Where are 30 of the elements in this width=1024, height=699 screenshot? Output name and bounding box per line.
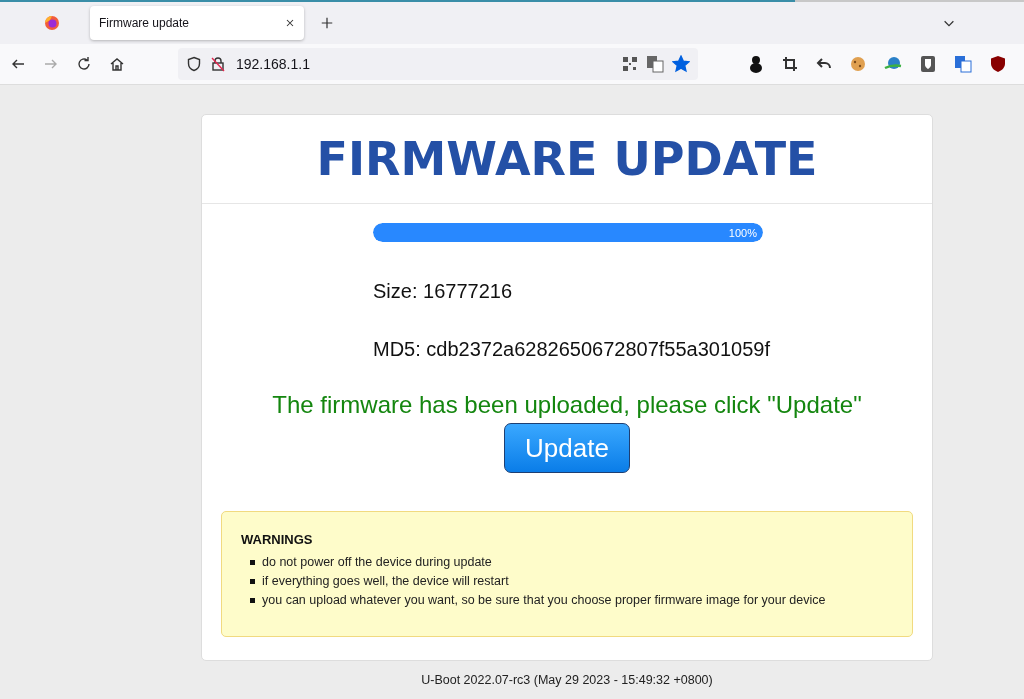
warning-text: you can upload whatever you want, so be sure that you choose proper firmware image for your device <box>262 593 826 607</box>
crop-icon[interactable] <box>782 56 798 72</box>
page-title: FIRMWARE UPDATE <box>202 115 932 204</box>
plus-icon[interactable] <box>320 16 334 30</box>
shield-icon <box>186 56 202 72</box>
browser-tab[interactable]: Firmware update <box>90 6 304 40</box>
insecure-lock-icon[interactable] <box>210 56 226 72</box>
close-icon[interactable] <box>284 17 296 29</box>
bullet-icon <box>250 559 255 565</box>
home-icon[interactable] <box>109 56 125 72</box>
status-message: The firmware has been uploaded, please click "Update" <box>271 391 863 419</box>
warning-text: do not power off the device during update <box>262 555 492 569</box>
shield-icon[interactable] <box>990 55 1006 73</box>
cookie-icon[interactable] <box>850 56 866 72</box>
bullet-icon <box>250 597 255 603</box>
browser-logo-icon <box>44 15 60 31</box>
password-manager-icon[interactable] <box>920 55 936 73</box>
bullet-icon <box>250 578 255 584</box>
footer-text: U-Boot 2022.07-rc3 (May 29 2023 - 15:49:32 +0800) <box>420 673 714 687</box>
qr-code-icon[interactable] <box>622 56 638 72</box>
translate-icon[interactable] <box>954 55 972 73</box>
warning-text: if everything goes well, the device will restart <box>262 574 509 588</box>
warnings-title: WARNINGS <box>241 532 314 547</box>
reload-icon[interactable] <box>76 56 92 72</box>
star-icon[interactable] <box>672 55 690 73</box>
progress-reading: 100% <box>728 226 758 239</box>
tab-title: Firmware update <box>99 16 190 30</box>
size-text: Size: 16777216 <box>373 280 513 303</box>
translate-icon[interactable] <box>646 55 664 73</box>
md5-text: MD5: cdb2372a6282650672807f55a301059f <box>373 338 772 361</box>
